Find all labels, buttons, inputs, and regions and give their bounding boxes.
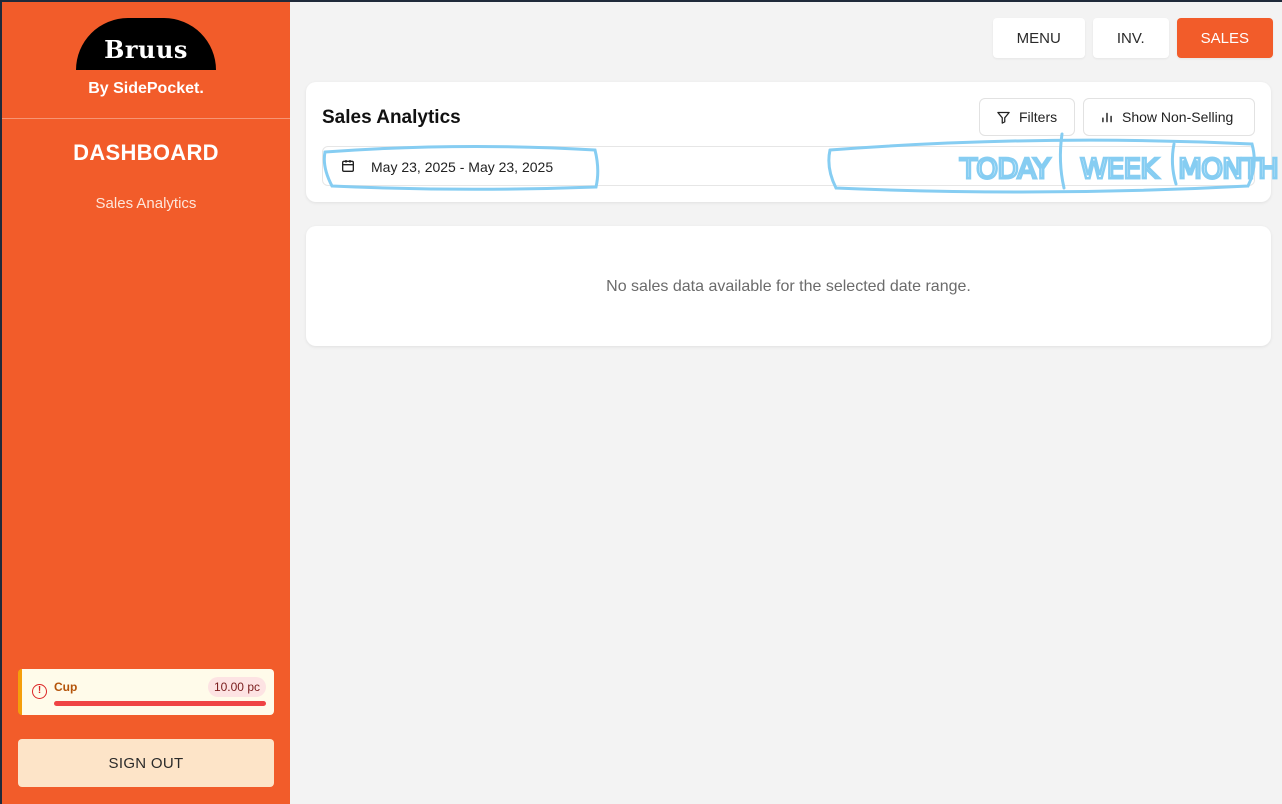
top-nav: MENU INV. SALES [992, 18, 1273, 58]
logo-text: Bruus [104, 35, 188, 64]
sign-out-button[interactable]: SIGN OUT [18, 739, 274, 787]
filters-label: Filters [1019, 109, 1058, 125]
bar-chart-icon [1102, 112, 1112, 123]
alert-item-name: Cup [54, 680, 78, 694]
sales-results-card: No sales data available for the selected… [306, 226, 1271, 346]
alert-stock-bar [54, 701, 266, 706]
sidebar-item-sales-analytics[interactable]: Sales Analytics [2, 195, 290, 212]
alert-quantity-badge: 10.00 pc [207, 677, 266, 697]
date-range-value: May 23, 2025 - May 23, 2025 [371, 159, 554, 175]
sales-button[interactable]: SALES [1176, 18, 1273, 58]
sidebar-divider [2, 118, 290, 119]
date-range-picker[interactable]: May 23, 2025 - May 23, 2025 [322, 146, 1255, 186]
logo: Bruus [76, 18, 216, 70]
sidebar-title: DASHBOARD [73, 140, 219, 165]
show-non-selling-button[interactable]: Show Non-Selling [1083, 98, 1255, 136]
filters-button[interactable]: Filters [979, 98, 1075, 136]
sales-analytics-card: Sales Analytics Filters Show Non-Selling… [306, 82, 1271, 202]
sidebar: Bruus By SidePocket. DASHBOARD Sales Ana… [2, 2, 290, 804]
byline: By SidePocket. [88, 80, 204, 97]
alert-circle-icon: ! [32, 684, 47, 699]
calendar-icon [342, 160, 354, 172]
filter-icon [997, 111, 1010, 124]
menu-button[interactable]: MENU [992, 18, 1085, 58]
empty-state-message: No sales data available for the selected… [606, 278, 971, 295]
logo-dome: Bruus [76, 18, 216, 70]
page-title: Sales Analytics [322, 107, 461, 128]
low-stock-alert[interactable]: ! Cup 10.00 pc [18, 669, 274, 715]
show-non-selling-label: Show Non-Selling [1122, 109, 1234, 125]
inventory-button[interactable]: INV. [1092, 18, 1169, 58]
